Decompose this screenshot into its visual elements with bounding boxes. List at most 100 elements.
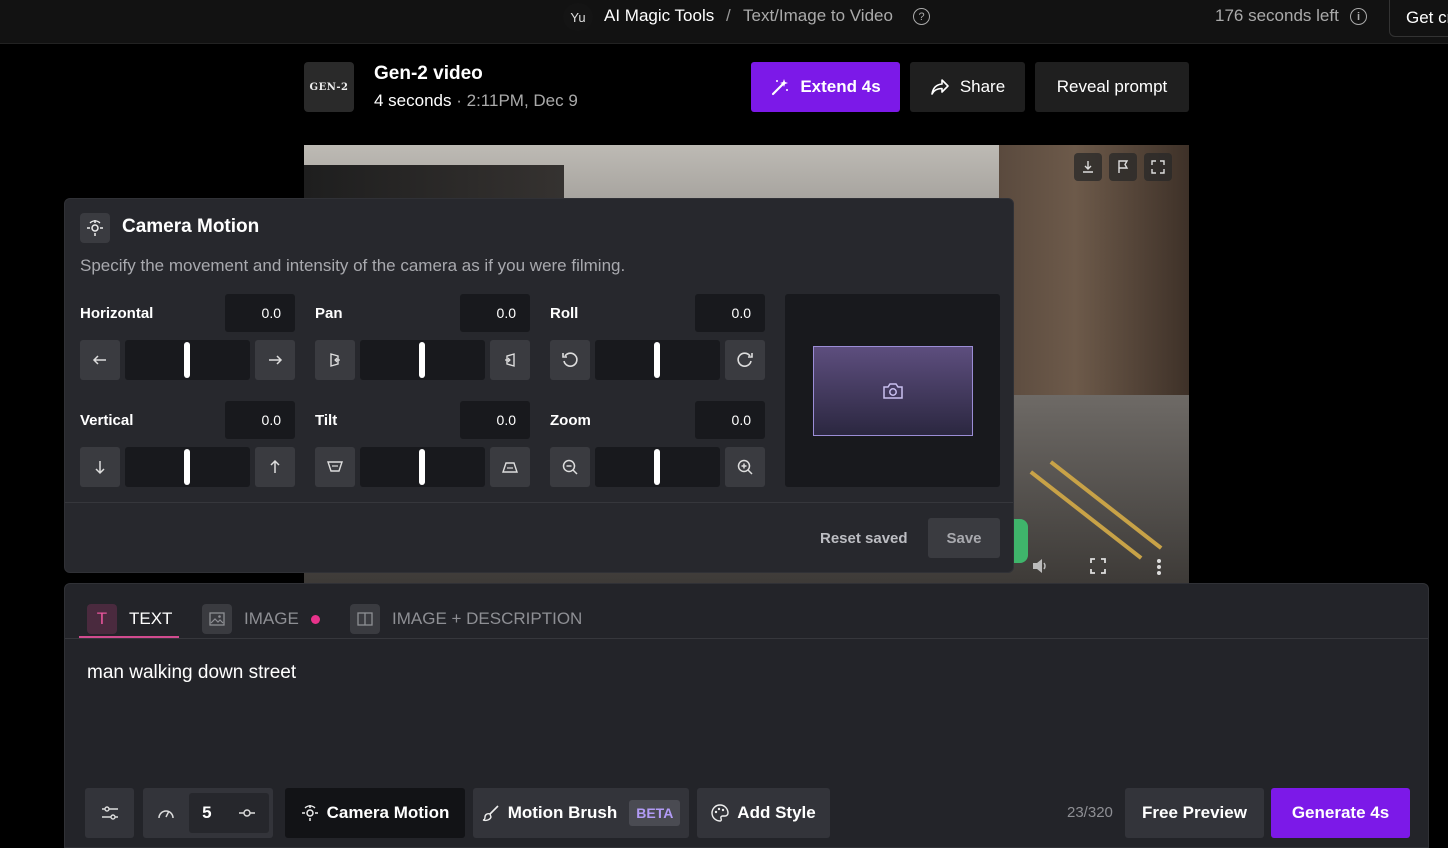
seed-field[interactable]: 5 — [189, 793, 269, 833]
tab-image-description[interactable]: IMAGE + DESCRIPTION — [350, 599, 582, 639]
vertical-value[interactable]: 0.0 — [225, 401, 295, 439]
brush-icon — [482, 804, 500, 822]
rotate-ccw-icon[interactable] — [550, 340, 590, 380]
zoom-label: Zoom — [550, 412, 591, 429]
breadcrumb-page: Text/Image to Video — [743, 6, 893, 25]
reset-saved-button[interactable]: Reset saved — [820, 530, 908, 547]
player-fullscreen-icon[interactable] — [1090, 558, 1106, 574]
tab-text-label: TEXT — [129, 609, 173, 628]
volume-icon[interactable] — [1030, 556, 1050, 576]
video-timestamp: · 2:11PM, Dec 9 — [456, 91, 578, 110]
flag-icon[interactable] — [1109, 153, 1137, 181]
slider-thumb[interactable] — [654, 449, 660, 485]
horizontal-label: Horizontal — [80, 305, 154, 322]
seed-value[interactable]: 5 — [202, 803, 211, 823]
fullscreen-icon[interactable] — [1144, 153, 1172, 181]
slider-thumb[interactable] — [654, 342, 660, 378]
camera-motion-button[interactable]: Camera Motion — [285, 788, 465, 838]
download-icon[interactable] — [1074, 153, 1102, 181]
tabs-divider — [65, 638, 1428, 639]
arrow-up-icon[interactable] — [255, 447, 295, 487]
user-avatar[interactable]: Yu — [563, 3, 593, 31]
rotate-cw-icon[interactable] — [725, 340, 765, 380]
pan-label: Pan — [315, 305, 343, 322]
zoom-value[interactable]: 0.0 — [695, 401, 765, 439]
sliders-icon — [101, 805, 119, 821]
character-count: 23/320 — [1067, 804, 1113, 821]
settings-button[interactable] — [85, 788, 134, 838]
camera-motion-toolbar-icon — [301, 804, 319, 822]
text-tab-icon: T — [87, 604, 117, 634]
vertical-label: Vertical — [80, 412, 134, 429]
save-button[interactable]: Save — [928, 518, 1000, 558]
split-view-icon — [350, 604, 380, 634]
zoom-out-icon[interactable] — [550, 447, 590, 487]
beta-badge: BETA — [629, 800, 681, 826]
tilt-slider[interactable] — [360, 447, 485, 487]
tilt-up-icon[interactable] — [490, 447, 530, 487]
help-icon[interactable]: ? — [913, 8, 930, 25]
free-preview-button[interactable]: Free Preview — [1125, 788, 1264, 838]
tilt-down-icon[interactable] — [315, 447, 355, 487]
image-icon — [202, 604, 232, 634]
video-duration: 4 seconds — [374, 91, 452, 110]
roll-label: Roll — [550, 305, 579, 322]
generate-button[interactable]: Generate 4s — [1271, 788, 1410, 838]
seconds-left: 176 seconds left — [1215, 6, 1339, 25]
prompt-panel: T TEXT IMAGE IMAGE + DESCRIPTION man wal… — [64, 583, 1429, 848]
extend-label: Extend 4s — [800, 77, 881, 96]
get-credits-button[interactable]: Get cr — [1389, 0, 1448, 37]
panel-title: Camera Motion — [122, 216, 260, 237]
panel-description: Specify the movement and intensity of th… — [80, 256, 626, 275]
slider-thumb[interactable] — [184, 342, 190, 378]
seed-control[interactable]: 5 — [143, 788, 273, 838]
magic-wand-icon — [770, 77, 790, 97]
image-tab-indicator — [310, 614, 320, 624]
arrow-left-icon[interactable] — [80, 340, 120, 380]
tab-image[interactable]: IMAGE — [202, 599, 320, 639]
zoom-slider[interactable] — [595, 447, 720, 487]
roll-value[interactable]: 0.0 — [695, 294, 765, 332]
slider-thumb[interactable] — [419, 449, 425, 485]
breadcrumb-separator: / — [726, 6, 731, 25]
slider-thumb[interactable] — [184, 449, 190, 485]
camera-motion-icon — [80, 213, 110, 243]
prompt-input[interactable]: man walking down street — [87, 662, 296, 684]
preview-frame — [813, 346, 973, 436]
tab-text[interactable]: T TEXT — [87, 599, 172, 639]
vertical-slider[interactable] — [125, 447, 250, 487]
motion-brush-button[interactable]: Motion Brush BETA — [473, 788, 689, 838]
share-label: Share — [959, 77, 1006, 96]
reveal-prompt-label: Reveal prompt — [1056, 77, 1168, 96]
pan-left-icon[interactable] — [315, 340, 355, 380]
arrow-down-icon[interactable] — [80, 447, 120, 487]
pan-slider[interactable] — [360, 340, 485, 380]
tilt-value[interactable]: 0.0 — [460, 401, 530, 439]
breadcrumb-app[interactable]: AI Magic Tools — [604, 6, 714, 26]
more-options-icon[interactable] — [1156, 558, 1162, 576]
slider-thumb[interactable] — [419, 342, 425, 378]
share-icon — [930, 78, 950, 96]
commit-icon — [238, 808, 256, 818]
camera-preview — [785, 294, 1000, 487]
arrow-right-icon[interactable] — [255, 340, 295, 380]
gen2-logo: GEN-2 — [304, 62, 354, 112]
share-button[interactable]: Share — [910, 62, 1025, 112]
info-icon[interactable]: i — [1350, 8, 1367, 25]
pan-right-icon[interactable] — [490, 340, 530, 380]
reveal-prompt-button[interactable]: Reveal prompt — [1035, 62, 1189, 112]
camera-motion-button-label: Camera Motion — [326, 803, 450, 822]
camera-icon — [882, 382, 904, 400]
add-style-label: Add Style — [737, 803, 816, 822]
zoom-in-icon[interactable] — [725, 447, 765, 487]
pan-value[interactable]: 0.0 — [460, 294, 530, 332]
tab-image-label: IMAGE — [244, 609, 299, 628]
video-meta: 4 seconds · 2:11PM, Dec 9 — [374, 91, 578, 111]
add-style-button[interactable]: Add Style — [697, 788, 830, 838]
top-bar: Yu AI Magic Tools / Text/Image to Video … — [0, 0, 1448, 44]
horizontal-value[interactable]: 0.0 — [225, 294, 295, 332]
extend-button[interactable]: Extend 4s — [751, 62, 900, 112]
horizontal-slider[interactable] — [125, 340, 250, 380]
roll-slider[interactable] — [595, 340, 720, 380]
camera-motion-panel: Camera Motion Specify the movement and i… — [64, 198, 1014, 573]
